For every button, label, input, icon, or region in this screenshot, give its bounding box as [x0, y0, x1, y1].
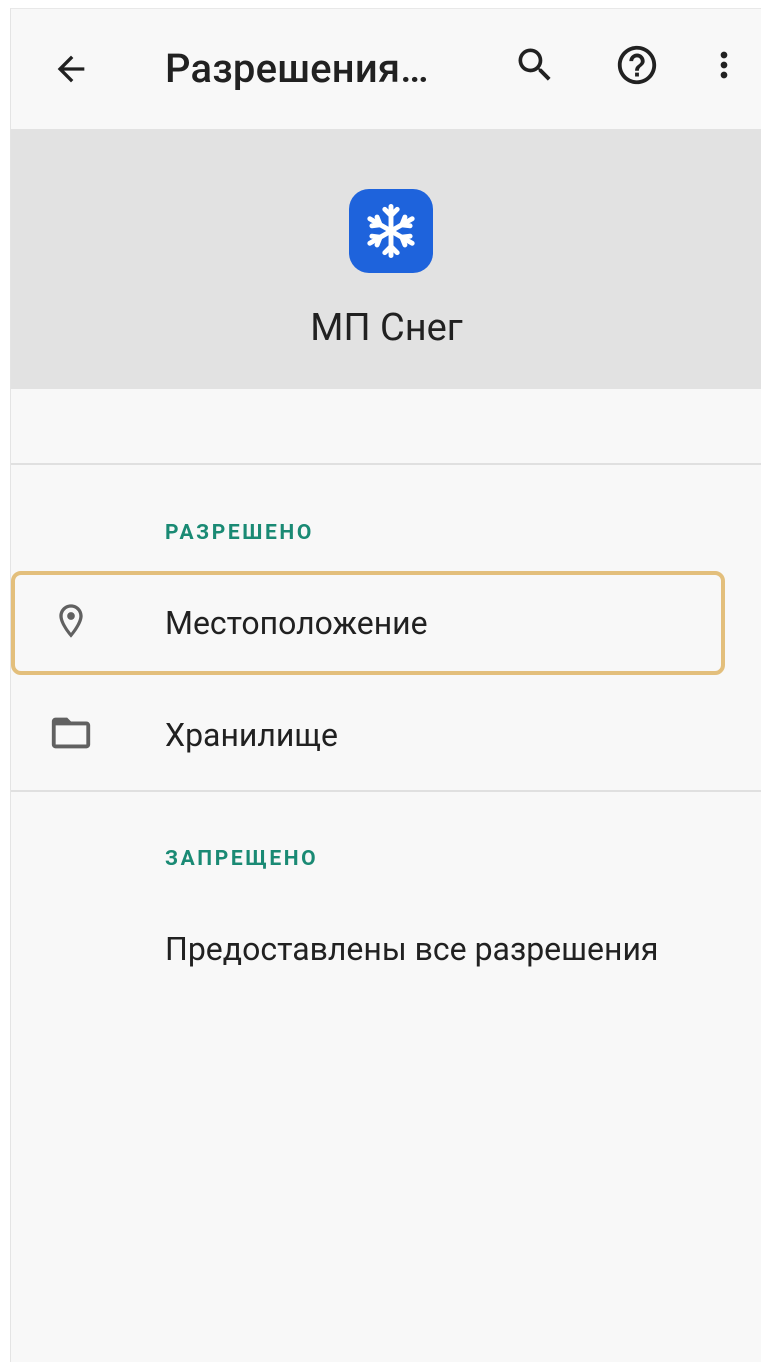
app-icon — [349, 189, 433, 273]
page-title: Разрешения… — [165, 45, 429, 92]
app-header: МП Снег — [11, 129, 761, 389]
help-button[interactable] — [607, 35, 667, 95]
help-circle-icon — [617, 45, 657, 85]
permission-item-storage[interactable]: Хранилище — [11, 685, 761, 785]
denied-empty-text: Предоставлены все разрешения — [165, 930, 659, 968]
divider — [11, 790, 761, 792]
more-options-button[interactable] — [699, 35, 749, 95]
search-icon — [518, 48, 551, 81]
permissions-screen: Разрешения… МП Снег РАЗРЕШЕНО Местополож… — [10, 8, 761, 1362]
back-button[interactable] — [41, 39, 101, 99]
location-pin-icon — [45, 595, 97, 647]
folder-icon — [45, 707, 97, 759]
snowflake-icon — [367, 204, 415, 258]
permission-item-location[interactable]: Местоположение — [11, 573, 761, 673]
arrow-back-icon — [57, 55, 85, 83]
app-name: МП Снег — [310, 306, 463, 350]
permission-label-storage: Хранилище — [165, 716, 338, 754]
more-vert-icon — [720, 51, 728, 79]
permission-label-location: Местоположение — [165, 604, 428, 642]
allowed-section-header: РАЗРЕШЕНО — [165, 521, 314, 545]
top-app-bar: Разрешения… — [11, 9, 761, 125]
divider — [11, 463, 761, 465]
search-button[interactable] — [505, 35, 565, 95]
denied-section-header: ЗАПРЕЩЕНО — [165, 847, 319, 871]
